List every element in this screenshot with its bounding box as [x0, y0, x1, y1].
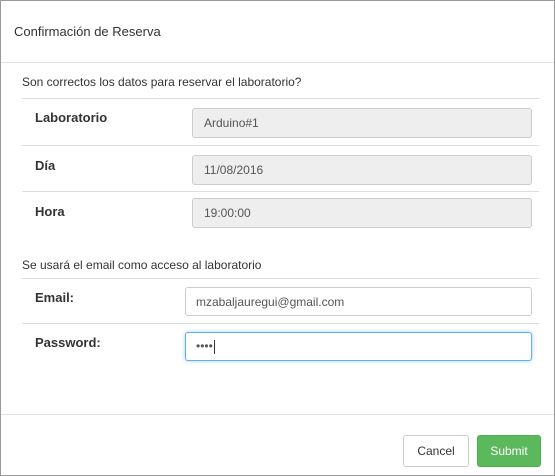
password-label: Password: — [35, 335, 101, 350]
password-field[interactable]: •••• — [185, 332, 532, 361]
submit-button[interactable]: Submit — [477, 435, 541, 467]
confirm-question: Son correctos los datos para reservar el… — [22, 75, 302, 89]
time-field: 19:00:00 — [192, 198, 532, 228]
dialog-header: Confirmación de Reserva — [1, 1, 554, 63]
day-field: 11/08/2016 — [192, 155, 532, 185]
email-field[interactable] — [185, 287, 532, 316]
dialog-title: Confirmación de Reserva — [14, 24, 161, 39]
row-divider — [22, 191, 539, 192]
row-divider — [22, 278, 539, 279]
day-label: Día — [35, 158, 56, 173]
cancel-button[interactable]: Cancel — [403, 435, 469, 467]
time-label: Hora — [35, 204, 65, 219]
email-label: Email: — [35, 290, 75, 305]
laboratory-label: Laboratorio — [35, 110, 108, 125]
password-mask: •••• — [196, 339, 213, 353]
row-divider — [22, 323, 539, 324]
row-divider — [22, 145, 539, 146]
row-divider — [22, 98, 539, 99]
laboratory-field: Arduino#1 — [192, 108, 532, 138]
email-access-note: Se usará el email como acceso al laborat… — [22, 258, 262, 272]
reservation-confirmation-dialog: Confirmación de Reserva Son correctos lo… — [0, 0, 555, 476]
text-caret — [213, 339, 215, 354]
dialog-footer: Cancel Submit — [1, 414, 554, 475]
